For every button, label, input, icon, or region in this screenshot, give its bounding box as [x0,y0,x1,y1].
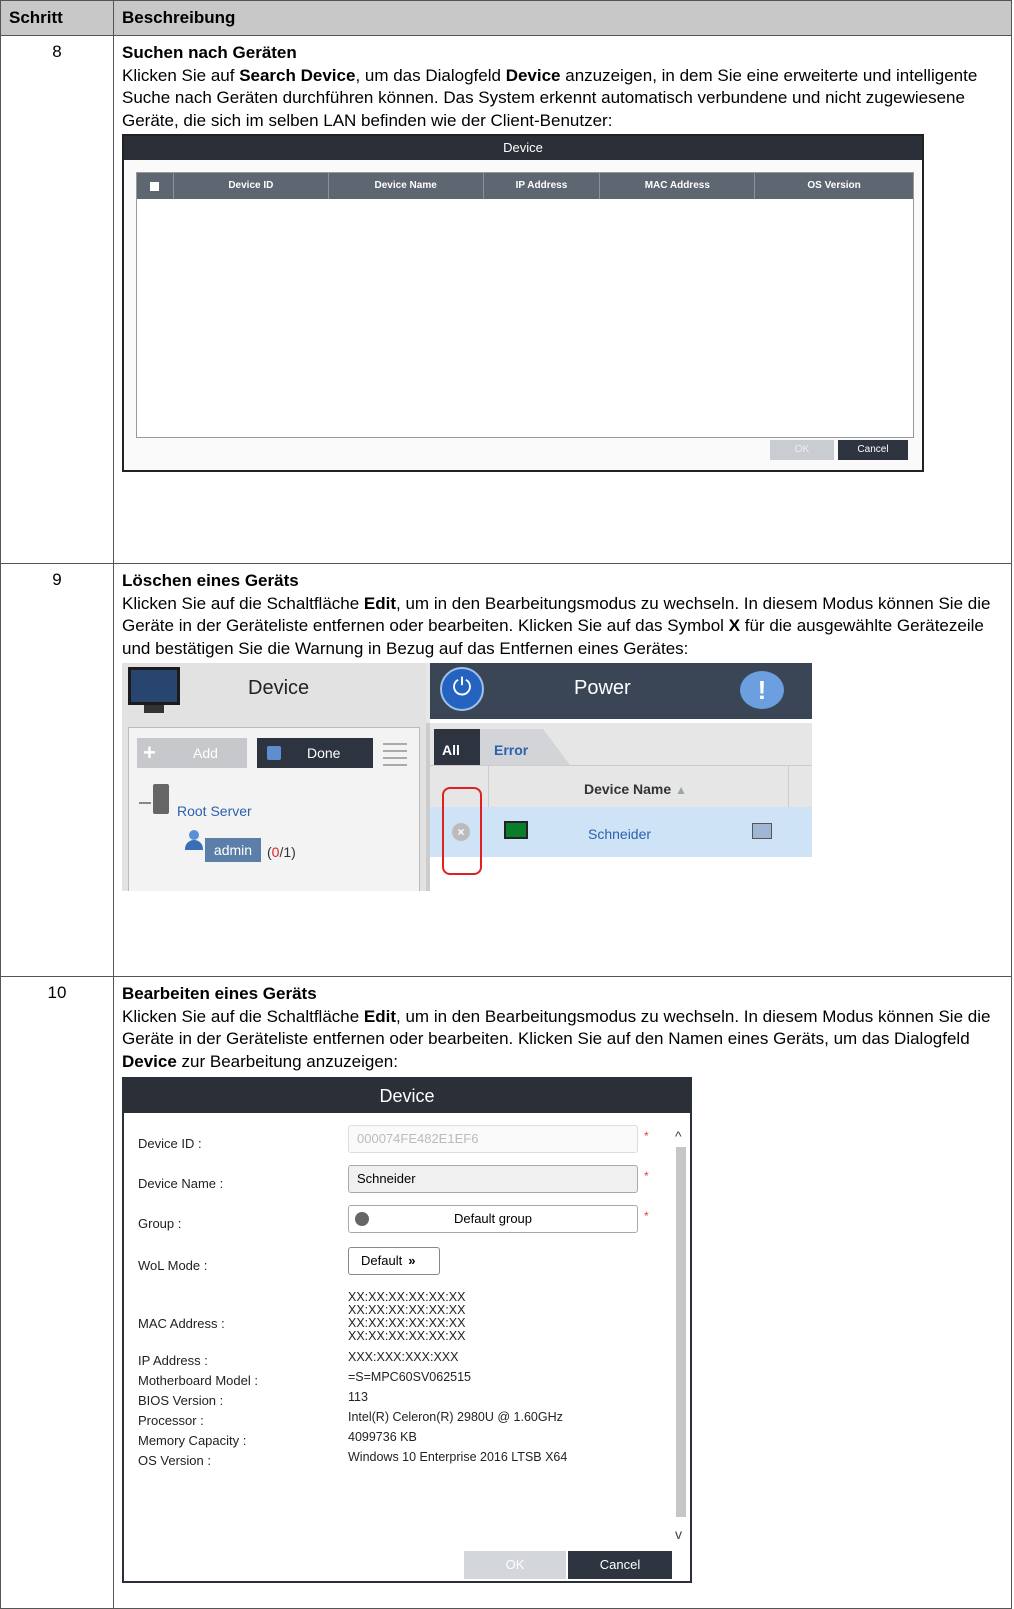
step-description: Suchen nach Geräten Klicken Sie auf Sear… [113,35,1012,564]
save-icon [267,746,281,760]
step-title: Löschen eines Geräts [122,571,299,590]
root-server-node[interactable]: Root Server [177,800,252,823]
column-device-id[interactable]: Device ID [174,173,329,199]
mac-address-label: MAC Address : [138,1316,225,1331]
device-count: (0/1) [267,844,296,860]
document-page: Schritt Beschreibung 8 Suchen nach Gerät… [0,0,1014,1609]
wol-mode-select[interactable]: Default» [348,1247,440,1275]
search-device-dialog-screenshot: Device Device ID Device Name IP Address … [122,134,924,472]
step-description: Bearbeiten eines Geräts Klicken Sie auf … [113,976,1012,1609]
column-device-name[interactable]: Device Name ▲ [584,778,687,802]
group-value: Default group [453,1211,533,1226]
scroll-thumb[interactable] [676,1147,686,1517]
done-label: Done [307,745,341,761]
edit-device-dialog-screenshot: Device Device ID : 000074FE482E1EF6 * De… [122,1077,692,1583]
table-row: 8 Suchen nach Geräten Klicken Sie auf Se… [0,35,1012,564]
column-ip-address[interactable]: IP Address [484,173,601,199]
ok-button[interactable]: OK [464,1551,566,1579]
user-icon [185,830,203,850]
step-number: 8 [0,35,114,564]
admin-node[interactable]: admin [205,838,261,862]
device-power-panel-screenshot: Device + Add Done Root Server admin (0/1… [122,663,812,891]
step-title: Suchen nach Geräten [122,43,297,62]
required-mark: * [644,1129,649,1143]
column-header-description: Beschreibung [113,0,1012,36]
device-name-label: Device Name : [138,1176,224,1191]
vertical-scrollbar[interactable]: ^ v [674,1121,688,1543]
step-text: Klicken Sie auf die Schaltfläche Edit, u… [122,1006,991,1071]
step-number: 9 [0,563,114,977]
list-view-icon[interactable] [381,738,409,768]
chevron-down-icon: » [408,1253,416,1268]
group-label: Group : [138,1216,182,1231]
device-panel: Device + Add Done Root Server admin (0/1… [122,663,426,891]
dialog-title: Device [124,1079,690,1113]
cancel-button[interactable]: Cancel [568,1551,672,1579]
dialog-title: Device [124,136,922,160]
os-version-value: Windows 10 Enterprise 2016 LTSB X64 [348,1450,568,1464]
group-selector[interactable]: Default group [348,1205,638,1233]
step-description: Löschen eines Geräts Klicken Sie auf die… [113,563,1012,977]
column-device-name[interactable]: Device Name [329,173,484,199]
tree-collapse-icon[interactable] [139,802,151,804]
alert-icon[interactable]: ! [740,671,784,709]
ip-address-value: XXX:XXX:XXX:XXX [348,1350,459,1364]
tab-bar: All Error [430,723,812,765]
column-mac-address[interactable]: MAC Address [600,173,756,199]
bios-value: 113 [348,1390,368,1404]
device-name-field[interactable]: Schneider [348,1165,638,1193]
required-mark: * [644,1169,649,1183]
add-label: Add [193,745,218,761]
table-row: 10 Bearbeiten eines Geräts Klicken Sie a… [0,976,1012,1609]
device-row[interactable]: × Schneider [430,807,812,857]
device-name-link[interactable]: Schneider [588,823,651,846]
done-button[interactable]: Done [257,738,373,768]
processor-value: Intel(R) Celeron(R) 2980U @ 1.60GHz [348,1410,563,1424]
table-row: 9 Löschen eines Geräts Klicken Sie auf d… [0,563,1012,977]
step-number: 10 [0,976,114,1609]
device-id-label: Device ID : [138,1136,202,1151]
scroll-up-icon[interactable]: ^ [675,1125,682,1148]
power-icon[interactable]: ⏻ [440,667,484,711]
steps-table: Schritt Beschreibung 8 Suchen nach Gerät… [0,0,1012,1609]
select-all-checkbox[interactable] [137,173,174,199]
power-panel: ⏻ Power ! All Error Device Name ▲ × Schn… [430,663,812,891]
sort-ascending-icon: ▲ [675,783,687,797]
tab-all[interactable]: All [434,729,480,765]
step-title: Bearbeiten eines Geräts [122,984,317,1003]
highlight-box [442,787,482,875]
device-search-table-header: Device ID Device Name IP Address MAC Add… [137,173,913,199]
column-header-step: Schritt [0,0,114,36]
remote-desktop-icon[interactable] [752,823,772,839]
cancel-button[interactable]: Cancel [838,440,908,460]
column-os-version[interactable]: OS Version [755,173,913,199]
power-panel-title: Power [574,677,631,699]
scroll-down-icon[interactable]: v [675,1523,682,1546]
plus-icon: + [143,740,156,765]
memory-value: 4099736 KB [348,1430,417,1444]
os-version-label: OS Version : [138,1453,211,1468]
device-online-icon [504,821,528,839]
step-text: Klicken Sie auf Search Device, um das Di… [122,65,978,130]
mac-address-value: XX:XX:XX:XX:XX:XX [348,1329,466,1343]
device-panel-title: Device [248,677,310,699]
table-header-row: Schritt Beschreibung [0,0,1012,36]
server-icon [153,784,169,814]
device-id-field: 000074FE482E1EF6 [348,1125,638,1153]
device-header: Device [122,663,426,719]
device-list-header: Device Name ▲ [430,765,812,808]
add-button[interactable]: + Add [137,738,247,768]
wol-mode-label: WoL Mode : [138,1258,208,1273]
ok-button[interactable]: OK [770,440,834,460]
motherboard-value: =S=MPC60SV062515 [348,1370,472,1384]
tab-error[interactable]: Error [480,729,570,765]
step-text: Klicken Sie auf die Schaltfläche Edit, u… [122,593,991,658]
monitor-stand-icon [144,705,164,713]
device-search-table: Device ID Device Name IP Address MAC Add… [136,172,914,438]
required-mark: * [644,1209,649,1223]
power-header: ⏻ Power ! [430,663,812,719]
device-tree-panel: + Add Done Root Server admin (0/1) [128,727,420,891]
monitor-icon [128,667,180,705]
